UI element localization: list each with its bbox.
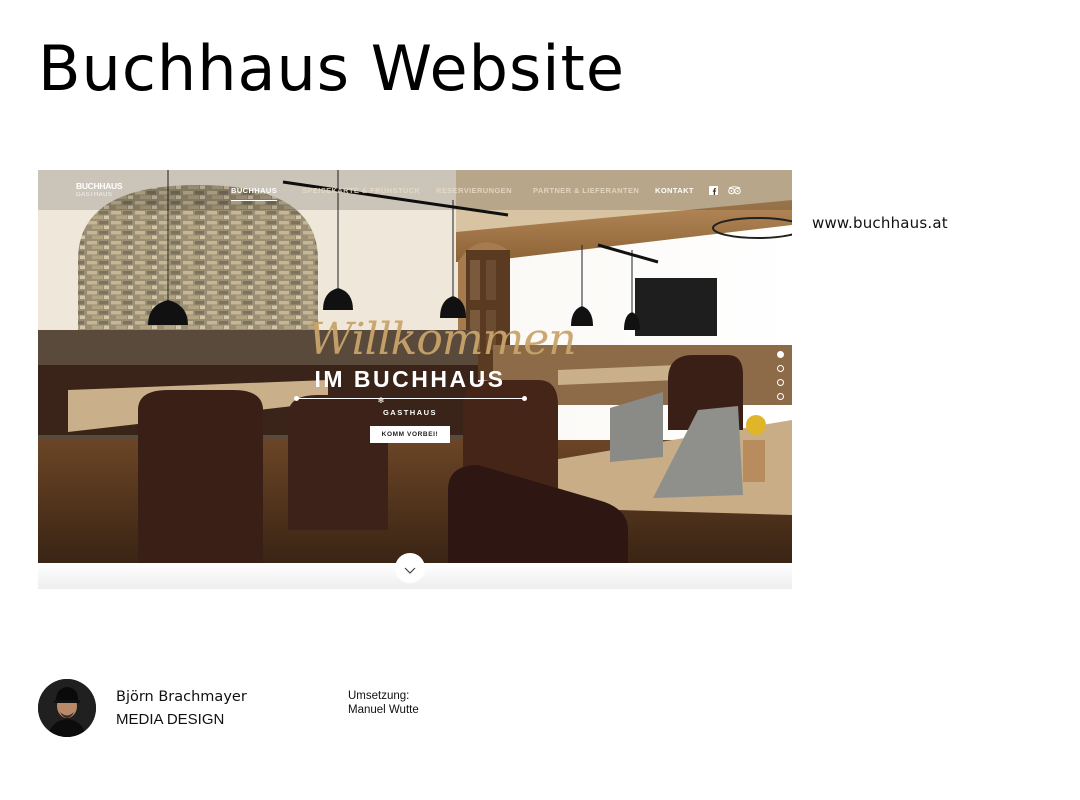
slider-dot[interactable] — [777, 379, 784, 386]
website-url-link[interactable]: www.buchhaus.at — [812, 214, 948, 232]
nav-item-kontakt[interactable]: KONTAKT — [655, 186, 694, 198]
page-title: Buchhaus Website — [38, 32, 625, 105]
site-logo[interactable]: BUCHHAUS GASTHAUS — [76, 182, 126, 204]
hero-script-text: Willkommen — [308, 314, 577, 365]
credit-label: Umsetzung: — [348, 690, 410, 702]
nav-item-buchhaus[interactable]: BUCHHAUS — [231, 186, 278, 201]
scroll-down-button[interactable] — [395, 553, 425, 583]
hero-divider-dot — [522, 396, 527, 401]
slider-dots — [777, 351, 785, 401]
nav-item-partner[interactable]: PARTNER & LIEFERANTEN — [533, 186, 639, 198]
chevron-down-icon — [404, 567, 416, 574]
hero-title: IM BUCHHAUS — [314, 366, 506, 392]
hero-divider-dot — [294, 396, 299, 401]
hero-subtitle: GASTHAUS — [382, 408, 438, 417]
author-portrait — [38, 679, 96, 737]
hero-star-icon: ✻ — [377, 396, 385, 405]
nav-item-speisekarte[interactable]: SPEISEKARTE & FRÜHSTÜCK — [302, 186, 420, 198]
slider-dot[interactable] — [777, 393, 784, 400]
facebook-icon[interactable] — [709, 186, 718, 195]
slider-dot[interactable] — [777, 365, 784, 372]
site-navbar: BUCHHAUS GASTHAUS BUCHHAUS SPEISEKARTE &… — [38, 170, 792, 210]
credit-name: Manuel Wutte — [348, 704, 419, 716]
site-logo-line2: GASTHAUS — [76, 192, 113, 198]
author-name: Björn Brachmayer — [116, 689, 247, 705]
avatar — [38, 679, 96, 737]
site-logo-line1: BUCHHAUS — [76, 181, 123, 191]
tripadvisor-icon[interactable] — [728, 186, 741, 195]
nav-item-reservierungen[interactable]: RESERVIERUNGEN — [436, 186, 512, 198]
hero-divider — [296, 398, 526, 399]
slider-dot[interactable] — [777, 351, 784, 358]
author-role: MEDIA DESIGN — [116, 711, 225, 728]
website-screenshot: BUCHHAUS GASTHAUS BUCHHAUS SPEISEKARTE &… — [38, 170, 792, 563]
komm-vorbei-button[interactable]: KOMM VORBEI! — [370, 426, 450, 443]
